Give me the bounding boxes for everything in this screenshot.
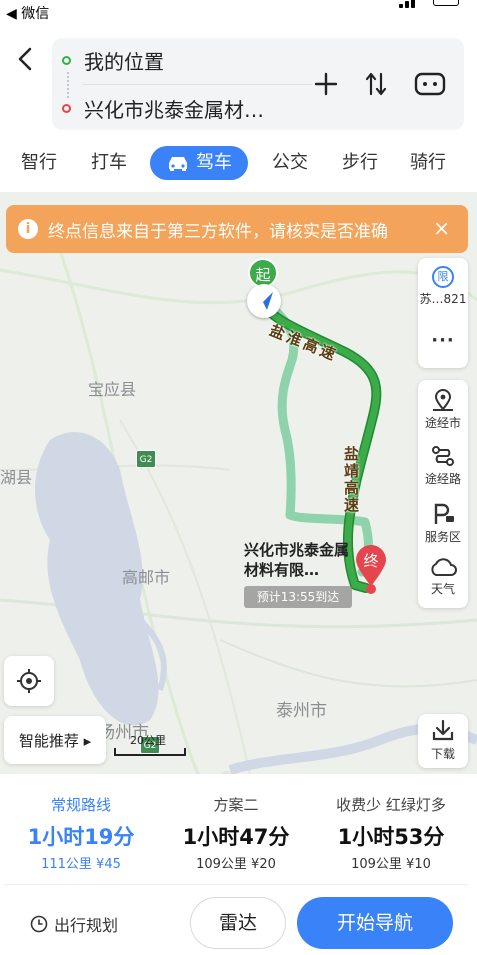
restriction-button[interactable]: 限 苏…821: [418, 266, 468, 307]
destination-dot-icon: [62, 103, 71, 113]
trip-plan-button[interactable]: 出行规划: [30, 912, 118, 936]
end-marker[interactable]: 终: [354, 544, 388, 588]
destination-card[interactable]: 兴化市兆泰金属材料有限…: [244, 540, 354, 580]
route-option-meta: 111公里 ¥45: [41, 857, 121, 872]
notice-banner: i 终点信息来自于第三方软件，请核实是否准确 ×: [6, 205, 468, 253]
route-option-time: 1小时53分: [337, 825, 445, 849]
scale-label: 20公里: [130, 734, 166, 747]
destination-text: 兴化市兆泰金属材…: [84, 97, 264, 122]
close-icon[interactable]: ×: [433, 216, 450, 240]
add-waypoint-button[interactable]: [308, 66, 344, 102]
route-option-default[interactable]: 常规路线 1小时19分 111公里 ¥45: [4, 776, 158, 872]
map-pin-icon: [433, 389, 453, 411]
plus-icon: [314, 72, 338, 96]
tab-smart[interactable]: 智行: [18, 144, 60, 182]
highway-badge: G2: [136, 450, 156, 468]
smart-recommend-button[interactable]: 智能推荐 ▸: [4, 716, 106, 764]
tool-via-city-label: 途经市: [424, 416, 461, 430]
clock-icon: [30, 915, 48, 933]
car-icon: [169, 157, 187, 171]
locate-icon: [17, 669, 41, 693]
map-label-hu: 湖县: [0, 468, 33, 487]
transport-tabs: 智行 打车 驾车 公交 步行 骑行: [0, 144, 477, 184]
download-label: 下载: [430, 747, 455, 761]
battery-icon: [433, 0, 459, 6]
cloud-icon: [431, 558, 457, 576]
tool-via-road-label: 途经路: [424, 472, 461, 486]
side-panel-tools: 途经市 途经路 服务区 天气: [418, 380, 468, 608]
map-view[interactable]: 宝应县 湖县 高邮市 泰州市 扬州市 G2 G2 盐淮高速 盐靖高速 起 终: [0, 192, 477, 774]
tab-drive[interactable]: 驾车: [150, 146, 248, 180]
end-marker-label: 终: [363, 552, 379, 570]
route-option-plan-two[interactable]: 方案二 1小时47分 109公里 ¥20: [159, 776, 313, 872]
back-button[interactable]: [10, 44, 40, 74]
restriction-icon: 限: [432, 266, 454, 288]
map-label-gaoyou: 高邮市: [122, 568, 171, 587]
status-icons: [399, 0, 459, 8]
banner-text: 终点信息来自于第三方软件，请核实是否准确: [48, 221, 388, 242]
route-option-meta: 109公里 ¥20: [196, 857, 276, 872]
restriction-label: 苏…821: [419, 292, 467, 306]
car-plate-icon: [414, 72, 446, 96]
map-label-taizhou: 泰州市: [276, 701, 327, 721]
swap-button[interactable]: [358, 66, 394, 102]
download-icon: [432, 719, 454, 741]
route-option-time: 1小时19分: [27, 825, 135, 849]
options-divider: [4, 884, 468, 885]
tool-service-area[interactable]: 服务区: [418, 502, 468, 545]
origin-field[interactable]: 我的位置: [62, 45, 164, 75]
route-options: 常规路线 1小时19分 111公里 ¥45 方案二 1小时47分 109公里 ¥…: [4, 776, 468, 886]
start-navigation-button[interactable]: 开始导航: [297, 897, 453, 949]
route-option-name: 方案二: [213, 796, 259, 814]
radar-button[interactable]: 雷达: [190, 897, 286, 949]
tool-via-city[interactable]: 途经市: [418, 388, 468, 431]
route-icon: [432, 446, 454, 466]
chevron-left-icon: [18, 47, 32, 71]
map-scale: 20公里: [114, 730, 186, 756]
tab-bike[interactable]: 骑行: [408, 144, 448, 182]
route-option-meta: 109公里 ¥10: [351, 857, 431, 872]
tab-drive-label: 驾车: [196, 152, 232, 173]
route-option-name: 常规路线: [50, 796, 111, 814]
tab-walk[interactable]: 步行: [340, 144, 380, 182]
route-input-box: 我的位置 兴化市兆泰金属材…: [52, 38, 464, 130]
car-settings-button[interactable]: [412, 66, 448, 102]
tool-via-road[interactable]: 途经路: [418, 444, 468, 487]
eta-label: 预计13:55到达: [244, 586, 352, 608]
route-option-low-toll[interactable]: 收费少 红绿灯多 1小时53分 109公里 ¥10: [314, 776, 468, 872]
trip-plan-label: 出行规划: [54, 916, 119, 935]
swap-icon: [365, 72, 387, 96]
locate-button[interactable]: [4, 656, 54, 706]
map-background: [0, 249, 477, 774]
origin-text: 我的位置: [84, 49, 164, 74]
tab-taxi[interactable]: 打车: [88, 144, 130, 182]
my-location-marker[interactable]: [247, 284, 281, 318]
parking-icon: [434, 503, 454, 524]
back-to-wechat[interactable]: ◀ 微信: [6, 3, 49, 23]
highway-name-yanjing: 盐靖高速: [344, 445, 360, 514]
info-icon: i: [18, 219, 38, 239]
tool-service-area-label: 服务区: [424, 530, 461, 544]
route-option-name: 收费少 红绿灯多: [336, 796, 446, 814]
more-button[interactable]: ···: [418, 330, 468, 351]
route-option-time: 1小时47分: [182, 825, 290, 849]
status-bar: ◀ 微信: [0, 0, 477, 26]
route-separator: [82, 84, 312, 85]
tool-weather-label: 天气: [430, 582, 455, 596]
map-label-baoying: 宝应县: [88, 380, 137, 399]
navigation-arrow-icon: [255, 292, 273, 310]
tool-weather[interactable]: 天气: [418, 556, 468, 597]
tab-bus[interactable]: 公交: [270, 144, 310, 182]
download-button[interactable]: 下载: [418, 714, 468, 768]
origin-dot-icon: [62, 55, 71, 65]
side-panel-top: 限 苏…821 ···: [418, 258, 468, 368]
destination-field[interactable]: 兴化市兆泰金属材…: [62, 93, 264, 123]
end-point-dot: [366, 584, 376, 594]
